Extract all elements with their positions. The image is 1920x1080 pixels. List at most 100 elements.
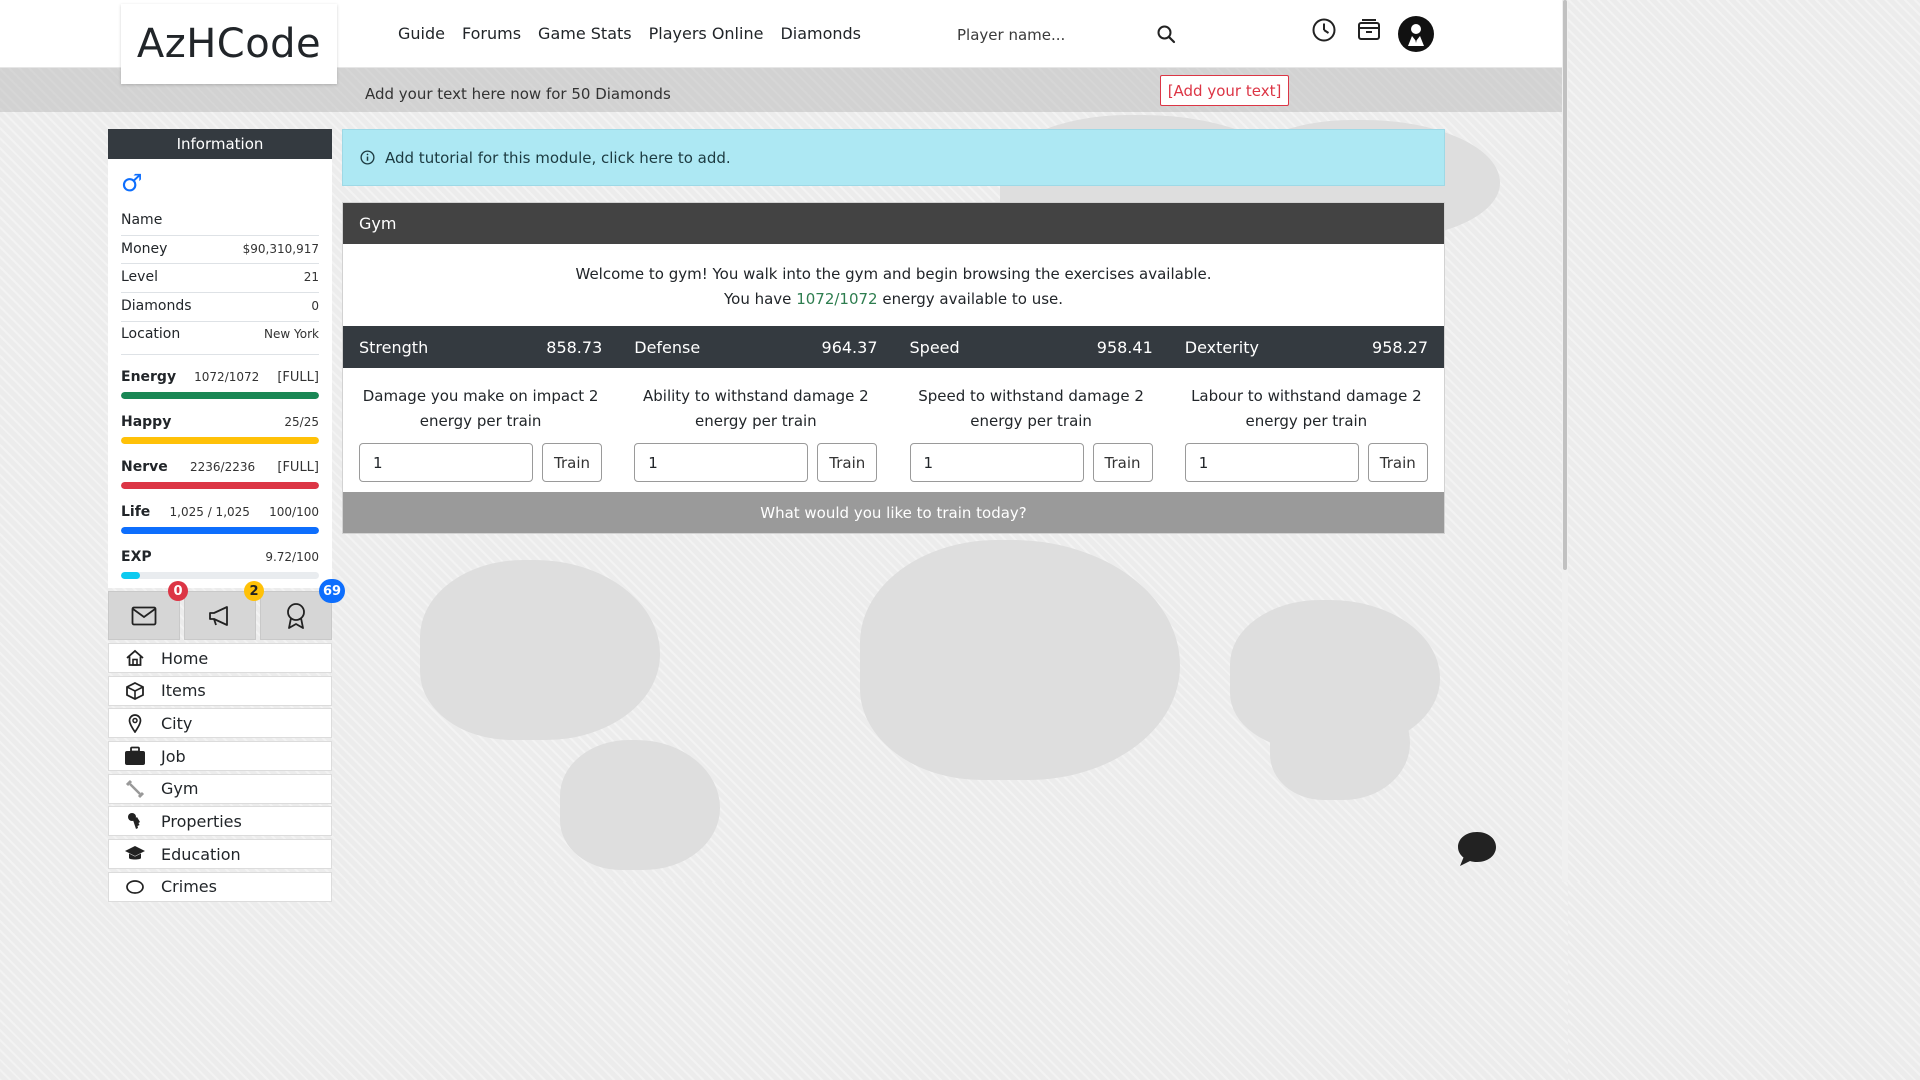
sidebar-item-city[interactable]: City [108,708,332,739]
info-diamonds: Diamonds 0 [121,298,319,314]
sidebar-item-crimes[interactable]: Crimes [108,871,332,902]
tutorial-alert[interactable]: Add tutorial for this module, click here… [342,129,1445,186]
logo[interactable]: AzHCode [121,4,337,84]
divider [121,321,319,322]
player-search-input[interactable] [957,22,1147,48]
divider [121,263,319,264]
mask-icon [109,877,161,897]
sidebar-item-label: Properties [161,811,242,831]
mail-button[interactable]: 0 [108,581,188,640]
search-icon[interactable] [1156,24,1178,46]
map-decoration [860,540,1180,780]
stat-label: Speed [909,337,960,357]
male-icon: ♂ [121,169,143,197]
happy-progress-bar [121,437,319,444]
sidebar-item-items[interactable]: Items [108,675,332,706]
nav-game-stats[interactable]: Game Stats [538,24,632,43]
info-value: New York [264,327,319,341]
information-panel: Information ♂ Name Money $90,310,917 Lev… [108,129,332,588]
awards-count-badge: 69 [319,579,345,603]
sidebar-item-home[interactable]: Home [108,643,332,673]
info-money: Money $90,310,917 [121,241,319,257]
info-label: Money [121,241,168,257]
dexterity-amount-input[interactable] [1184,443,1359,482]
nav-forums[interactable]: Forums [462,24,521,43]
train-speed: Speed to withstand damage 2 energy per t… [894,368,1169,492]
gym-welcome: Welcome to gym! You walk into the gym an… [343,244,1444,326]
info-value: 0 [311,299,319,313]
exp-progress-bar [121,572,319,579]
awards-button[interactable]: 69 [260,579,345,640]
info-label: Diamonds [121,298,192,314]
divider [121,235,319,236]
strength-amount-input[interactable] [359,443,533,482]
nav-guide[interactable]: Guide [398,24,445,43]
stat-status: 100/100 [269,505,319,519]
info-label: Location [121,326,181,342]
clock-icon[interactable] [1311,17,1337,43]
energy-suffix: energy available to use. [882,290,1064,308]
map-decoration [1270,680,1410,800]
page-scrollbar-thumb[interactable] [1563,0,1567,570]
gym-footer: What would you like to train today? [343,492,1444,533]
speed-amount-input[interactable] [909,443,1084,482]
gym-stats-header: Strength 858.73 Defense 964.37 Speed 958… [343,326,1444,368]
energy-line: You have 1072/1072 energy available to u… [343,287,1444,312]
energy-progress-bar [121,392,319,399]
inbox-icon[interactable] [1356,17,1382,43]
stat-value: 958.41 [1096,337,1153,357]
stat-status: 25/25 [284,415,319,429]
announcements-count-badge: 2 [244,581,264,601]
life-progress-fill [121,527,319,534]
nav-diamonds[interactable]: Diamonds [780,24,861,43]
sidebar-item-job[interactable]: Job [108,741,332,772]
stat-exp: EXP 9.72/100 [121,549,319,579]
stat-value: 964.37 [821,337,878,357]
stat-nerve: Nerve 2236/2236 [FULL] [121,459,319,489]
sidebar-menu: Home Items City Job Gym Properties Educa… [108,643,332,905]
announcements-button[interactable]: 2 [184,581,264,640]
stat-defense: Defense 964.37 [618,326,893,368]
nav-players-online[interactable]: Players Online [649,24,764,43]
train-strength-button[interactable]: Train [542,443,602,482]
stat-strength: Strength 858.73 [343,326,618,368]
life-progress-bar [121,527,319,534]
train-defense-button[interactable]: Train [817,443,878,482]
train-defense: Ability to withstand damage 2 energy per… [618,368,893,492]
stat-name: Life [121,504,151,520]
information-title: Information [108,129,332,159]
train-description: Speed to withstand damage 2 energy per t… [918,387,1144,430]
mail-count-badge: 0 [168,581,188,601]
stat-life: Life 1,025 / 1,025 100/100 [121,504,319,534]
box-icon [109,681,161,701]
train-speed-button[interactable]: Train [1092,443,1153,482]
sidebar-item-gym[interactable]: Gym [108,773,332,804]
happy-progress-fill [121,437,319,444]
map-decoration [560,740,720,870]
train-dexterity-button[interactable]: Train [1367,443,1428,482]
stat-value: 1,025 / 1,025 [169,505,250,519]
add-your-text-button[interactable]: [Add your text] [1160,75,1289,106]
stat-happy: Happy 25/25 [121,414,319,444]
map-decoration [420,560,660,740]
stat-name: Energy [121,369,177,385]
sidebar-item-education[interactable]: Education [108,839,332,870]
stat-energy: Energy 1072/1072 [FULL] [121,369,319,399]
avatar-icon[interactable] [1398,16,1434,52]
sidebar-item-properties[interactable]: Properties [108,806,332,837]
energy-progress-fill [121,392,319,399]
mail-icon [131,606,157,625]
energy-prefix: You have [723,290,792,308]
stat-speed: Speed 958.41 [894,326,1169,368]
chat-bubble-icon[interactable] [1456,830,1498,868]
train-dexterity: Labour to withstand damage 2 energy per … [1169,368,1444,492]
train-description: Labour to withstand damage 2 energy per … [1191,387,1422,430]
defense-amount-input[interactable] [634,443,809,482]
stat-name: Happy [121,414,172,430]
map-pin-icon [109,713,161,734]
info-label: Level [121,269,158,285]
stat-name: EXP [121,549,152,565]
sidebar-item-label: Education [161,844,241,864]
stat-value: 958.27 [1372,337,1428,357]
sidebar-item-label: Crimes [161,877,217,897]
